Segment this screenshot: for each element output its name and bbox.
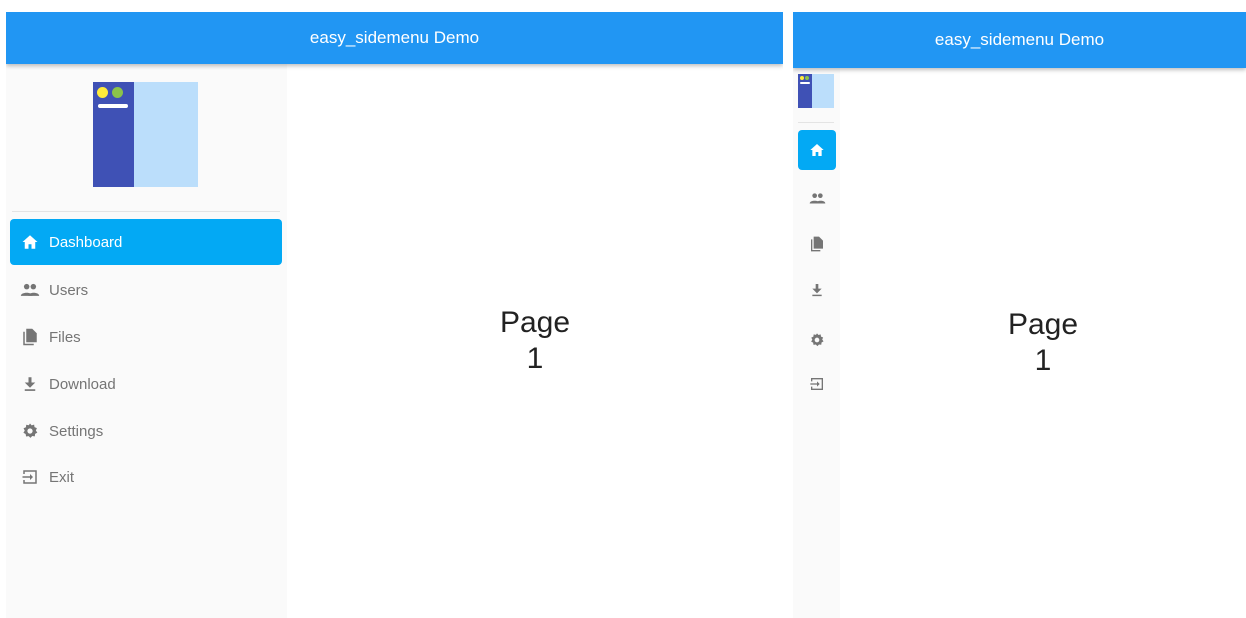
settings-icon xyxy=(807,330,827,350)
app-logo xyxy=(798,74,834,108)
logo-divider xyxy=(12,211,280,212)
app-logo xyxy=(93,82,198,187)
sidebar-item-exit[interactable]: Exit xyxy=(10,454,282,500)
sidebar-item-dashboard[interactable] xyxy=(798,130,836,170)
download-icon xyxy=(807,280,827,300)
app-bar: easy_sidemenu Demo xyxy=(6,12,783,64)
page-content: Page 1 xyxy=(840,68,1246,618)
page-text-line1: Page xyxy=(1007,308,1079,341)
sidebar-item-dashboard[interactable]: Dashboard xyxy=(10,219,282,265)
app-bar-title: easy_sidemenu Demo xyxy=(309,28,480,47)
files-icon xyxy=(20,327,40,347)
sidebar-item-download[interactable] xyxy=(798,270,836,310)
app-bar: easy_sidemenu Demo xyxy=(793,12,1246,68)
page-text-line2: 1 xyxy=(1034,344,1052,377)
side-menu-compact xyxy=(793,68,840,618)
home-icon xyxy=(20,232,40,252)
sidebar-item-settings[interactable] xyxy=(798,320,836,360)
sidebar-item-label: Settings xyxy=(49,422,104,440)
sidebar-item-label: Download xyxy=(49,375,116,393)
page-content: Page 1 xyxy=(287,64,783,618)
sidebar-item-users[interactable] xyxy=(798,178,836,218)
sidebar-item-label: Files xyxy=(49,328,81,346)
compact-demo-window: easy_sidemenu Demo Page 1 xyxy=(793,12,1246,618)
users-icon xyxy=(807,188,827,208)
side-menu-expanded: Dashboard Users Files Download Settings xyxy=(6,64,287,618)
sidebar-item-users[interactable]: Users xyxy=(10,267,282,313)
sidebar-item-label: Dashboard xyxy=(49,233,123,251)
sidebar-item-exit[interactable] xyxy=(798,364,836,404)
exit-icon xyxy=(20,467,40,487)
sidebar-item-download[interactable]: Download xyxy=(10,361,282,407)
users-icon xyxy=(20,280,40,300)
settings-icon xyxy=(20,421,40,441)
sidebar-item-files[interactable] xyxy=(798,224,836,264)
page-text-line1: Page xyxy=(499,306,571,339)
download-icon xyxy=(20,374,40,394)
logo-divider xyxy=(798,122,834,123)
files-icon xyxy=(807,234,827,254)
expanded-demo-window: easy_sidemenu Demo Dashboard Users Files… xyxy=(6,12,783,618)
exit-icon xyxy=(807,374,827,394)
sidebar-item-label: Exit xyxy=(49,468,75,486)
app-bar-title: easy_sidemenu Demo xyxy=(934,30,1105,49)
sidebar-item-label: Users xyxy=(49,281,89,299)
sidebar-item-settings[interactable]: Settings xyxy=(10,408,282,454)
page-text-line2: 1 xyxy=(526,342,544,375)
sidebar-item-files[interactable]: Files xyxy=(10,314,282,360)
home-icon xyxy=(807,140,827,160)
